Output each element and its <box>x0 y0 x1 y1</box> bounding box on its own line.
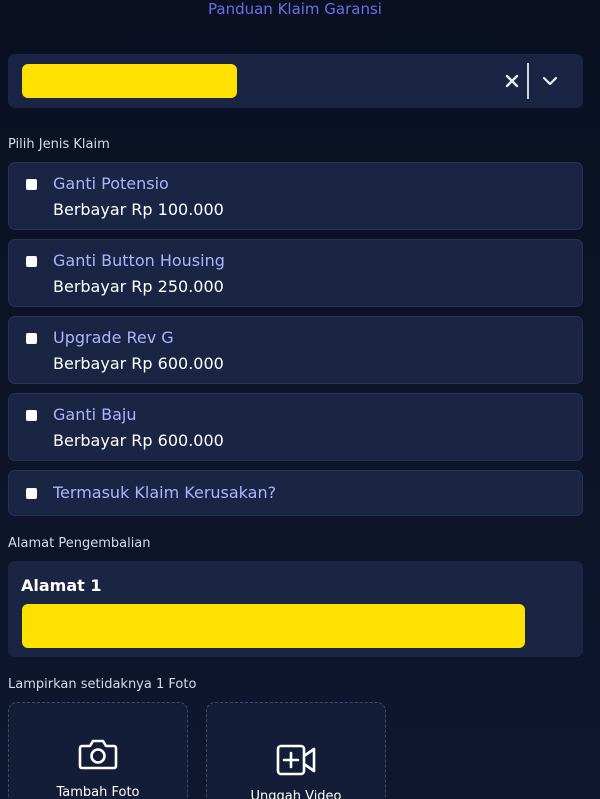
attachments-label: Lampirkan setidaknya 1 Foto <box>8 677 197 692</box>
claim-option-price: Berbayar Rp 600.000 <box>53 431 224 450</box>
claim-option-price: Berbayar Rp 250.000 <box>53 277 224 296</box>
address-card[interactable]: Alamat 1 <box>8 561 583 657</box>
claim-checkbox[interactable] <box>26 179 37 190</box>
claim-option-ganti-button-housing[interactable]: Ganti Button Housing Berbayar Rp 250.000 <box>8 239 583 307</box>
claim-option-damage[interactable]: Termasuk Klaim Kerusakan? <box>8 470 583 516</box>
upload-video-button[interactable]: Unggah Video <box>206 702 386 799</box>
claim-form-page: Panduan Klaim Garansi Pilih Jenis Klaim … <box>0 0 600 799</box>
claim-option-ganti-baju[interactable]: Ganti Baju Berbayar Rp 600.000 <box>8 393 583 461</box>
address-title: Alamat 1 <box>21 576 102 595</box>
warranty-guide-link[interactable]: Panduan Klaim Garansi <box>0 0 590 18</box>
selected-product-redacted <box>22 64 237 98</box>
claim-option-price: Berbayar Rp 100.000 <box>53 200 224 219</box>
claim-checkbox[interactable] <box>26 256 37 267</box>
video-plus-icon <box>207 743 385 777</box>
chevron-down-icon[interactable] <box>536 67 564 95</box>
product-select[interactable] <box>8 54 583 108</box>
claim-type-label: Pilih Jenis Klaim <box>8 137 110 152</box>
close-icon[interactable] <box>498 67 526 95</box>
claim-option-upgrade-rev-g[interactable]: Upgrade Rev G Berbayar Rp 600.000 <box>8 316 583 384</box>
claim-option-title: Ganti Baju <box>53 405 137 424</box>
claim-option-ganti-potensio[interactable]: Ganti Potensio Berbayar Rp 100.000 <box>8 162 583 230</box>
claim-checkbox[interactable] <box>26 333 37 344</box>
claim-option-title: Upgrade Rev G <box>53 328 174 347</box>
claim-option-title: Ganti Potensio <box>53 174 169 193</box>
return-address-label: Alamat Pengembalian <box>8 536 151 551</box>
add-photo-button[interactable]: Tambah Foto <box>8 702 188 799</box>
add-photo-label: Tambah Foto <box>56 785 140 799</box>
address-value-redacted <box>22 604 525 648</box>
claim-option-price: Berbayar Rp 600.000 <box>53 354 224 373</box>
claim-checkbox[interactable] <box>26 410 37 421</box>
claim-checkbox[interactable] <box>26 488 37 499</box>
claim-option-title: Termasuk Klaim Kerusakan? <box>53 483 277 502</box>
claim-option-title: Ganti Button Housing <box>53 251 225 270</box>
camera-icon <box>9 737 187 771</box>
upload-video-label: Unggah Video <box>250 789 342 799</box>
select-divider <box>527 63 529 99</box>
